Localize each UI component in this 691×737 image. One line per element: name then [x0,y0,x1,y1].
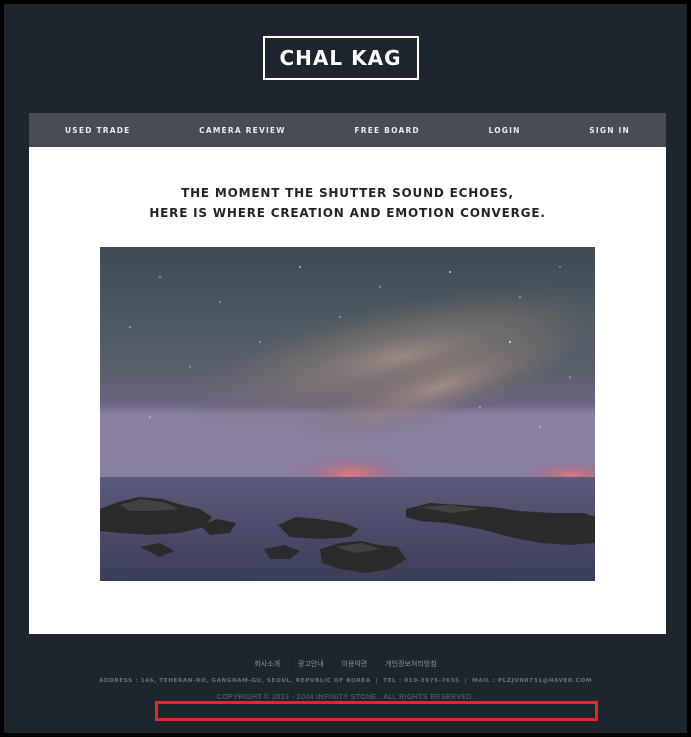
hero-tagline: THE MOMENT THE SHUTTER SOUND ECHOES, HER… [29,183,666,223]
night-sky-photo [100,247,595,581]
footer-address: ADDRESS : 146, TEHERAN-RO, GANGNAM-GU, S… [99,678,592,684]
page-frame: CHAL KAG USED TRADE CAMERA REVIEW FREE B… [4,4,687,733]
tel-text: TEL : 010-3975-7635 [383,678,460,684]
nav-item-sign-in[interactable]: SIGN IN [589,126,630,135]
tagline-line-2: HERE IS WHERE CREATION AND EMOTION CONVE… [149,206,546,220]
main-nav: USED TRADE CAMERA REVIEW FREE BOARD LOGI… [29,113,666,147]
mail-text: MAIL : PLZJUN0731@NAVER.COM [472,678,592,684]
footer-links: 회사소개 : 광고안내 : 이용약관 : 개인정보처리방침 [4,659,687,669]
hero-image [100,247,595,581]
address-text: ADDRESS : 146, TEHERAN-RO, GANGNAM-GU, S… [99,678,371,684]
nav-item-used-trade[interactable]: USED TRADE [65,126,131,135]
footer-separator: : [375,661,378,668]
footer-separator: : [288,661,290,668]
nav-item-login[interactable]: LOGIN [489,126,521,135]
footer-link-privacy[interactable]: 개인정보처리방침 [385,661,437,668]
nav-item-free-board[interactable]: FREE BOARD [354,126,419,135]
footer-copyright: COPYRIGHT © 2023 - 2024 INFINITY STONE .… [216,694,475,701]
header: CHAL KAG [4,36,687,80]
highlight-box [155,701,598,721]
footer-separator: : [331,661,334,668]
footer-link-terms[interactable]: 이용약관 [342,661,368,668]
footer-link-advertising[interactable]: 광고안내 [298,661,324,668]
site-logo[interactable]: CHAL KAG [262,36,419,80]
nav-item-camera-review[interactable]: CAMERA REVIEW [199,126,286,135]
main-content: THE MOMENT THE SHUTTER SOUND ECHOES, HER… [29,147,666,634]
tagline-line-1: THE MOMENT THE SHUTTER SOUND ECHOES, [181,186,514,200]
footer-link-company[interactable]: 회사소개 [254,661,280,668]
